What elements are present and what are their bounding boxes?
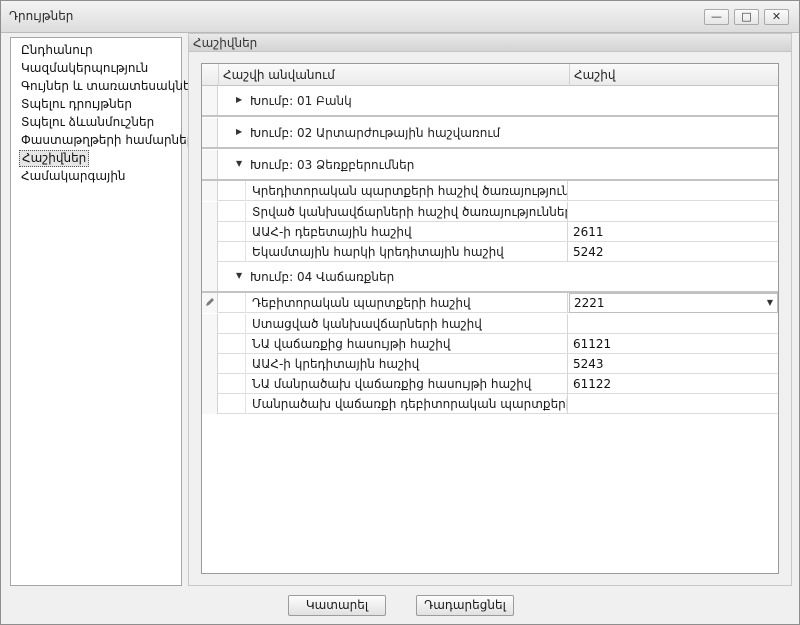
nav-item-colors-fonts[interactable]: Գույներ և տառատեսակներ	[19, 78, 200, 95]
table-row[interactable]: ՆԱ վաճառքից հասույթի հաշիվ 61121	[202, 334, 778, 354]
dropdown-arrow-icon[interactable]: ▼	[767, 294, 773, 312]
grid-corner	[202, 64, 218, 86]
account-name-cell[interactable]: ԱԱՀ-ի դեբետային հաշիվ	[250, 222, 568, 242]
section-title: Հաշիվներ	[189, 34, 791, 52]
cancel-button[interactable]: Դադարեցնել	[416, 595, 514, 616]
account-name-cell[interactable]: Ստացված կանխավճարների հաշիվ	[250, 314, 568, 334]
account-cell[interactable]: 61121	[569, 334, 778, 354]
settings-window: Դրույթներ — □ ✕ Ընդհանուր Կազմակերպությո…	[0, 0, 800, 625]
account-name-cell[interactable]: ԱԱՀ-ի կրեդիտային հաշիվ	[250, 354, 568, 374]
title-bar[interactable]: Դրույթներ — □ ✕	[1, 1, 799, 33]
maximize-button[interactable]: □	[734, 9, 759, 25]
row-header	[202, 334, 218, 354]
row-header	[202, 202, 218, 222]
account-cell[interactable]: 5243	[569, 354, 778, 374]
column-header-account[interactable]: Հաշիվ	[569, 64, 778, 86]
row-header	[202, 354, 218, 374]
row-header	[202, 86, 218, 115]
group-row[interactable]: ▶ Խումբ: 02 Արտարժութային հաշվառում	[202, 118, 778, 149]
row-header	[202, 314, 218, 334]
row-header	[202, 181, 218, 201]
account-dropdown[interactable]: 2221 ▼	[569, 293, 778, 313]
collapse-arrow-icon[interactable]: ▼	[236, 271, 242, 280]
row-header	[202, 293, 218, 313]
row-header	[202, 242, 218, 262]
pencil-icon	[206, 298, 214, 306]
account-name-cell[interactable]: Դեբիտորական պարտքերի հաշիվ	[250, 293, 568, 313]
table-row[interactable]: Տրված կանխավճարների հաշիվ ծառայություննե…	[202, 202, 778, 222]
table-row[interactable]: ԱԱՀ-ի կրեդիտային հաշիվ 5243	[202, 354, 778, 374]
minimize-button[interactable]: —	[704, 9, 729, 25]
grid-header: Հաշվի անվանում Հաշիվ	[202, 64, 778, 86]
row-header	[202, 222, 218, 242]
nav-item-system[interactable]: Համակարգային	[19, 168, 128, 185]
row-header	[202, 262, 218, 291]
table-row[interactable]: Ստացված կանխավճարների հաշիվ	[202, 314, 778, 334]
account-cell[interactable]	[569, 202, 778, 222]
account-name-cell[interactable]: Մանրածախ վաճառքի դեբիտորական պարտքերի հա…	[250, 394, 568, 414]
close-button[interactable]: ✕	[764, 9, 789, 25]
nav-item-general[interactable]: Ընդհանուր	[19, 42, 95, 59]
table-row[interactable]: ԱԱՀ-ի դեբետային հաշիվ 2611	[202, 222, 778, 242]
collapse-arrow-icon[interactable]: ▼	[236, 159, 242, 168]
row-header	[202, 394, 218, 414]
account-name-cell[interactable]: ՆԱ վաճառքից հասույթի հաշիվ	[250, 334, 568, 354]
row-header	[202, 118, 218, 147]
account-name-cell[interactable]: ՆԱ մանրածախ վաճառքից հասույթի հաշիվ	[250, 374, 568, 394]
account-cell[interactable]	[569, 314, 778, 334]
expand-arrow-icon[interactable]: ▶	[236, 95, 242, 104]
account-name-cell[interactable]: Կրեդիտորական պարտքերի հաշիվ ծառայություն…	[250, 181, 568, 201]
account-value: 2221	[574, 296, 605, 310]
group-row[interactable]: ▼ Խումբ: 03 Ձեռքբերումներ	[202, 150, 778, 181]
account-cell[interactable]: 2611	[569, 222, 778, 242]
table-row-active[interactable]: Դեբիտորական պարտքերի հաշիվ 2221 ▼	[202, 293, 778, 313]
nav-item-document-numbers[interactable]: Փաստաթղթերի համարներ	[19, 132, 196, 149]
accounts-grid: Հաշվի անվանում Հաշիվ ▶ Խումբ: 01 Բանկ ▶ …	[201, 63, 779, 574]
account-name-cell[interactable]: Եկամտային հարկի կրեդիտային հաշիվ	[250, 242, 568, 262]
column-header-account-name[interactable]: Հաշվի անվանում	[218, 64, 569, 86]
nav-item-print-templates[interactable]: Տպելու ձևանմուշներ	[19, 114, 156, 131]
window-title: Դրույթներ	[9, 9, 74, 23]
table-row[interactable]: ՆԱ մանրածախ վաճառքից հասույթի հաշիվ 6112…	[202, 374, 778, 394]
account-cell[interactable]	[569, 394, 778, 414]
group-row[interactable]: ▶ Խումբ: 01 Բանկ	[202, 86, 778, 117]
settings-nav-panel: Ընդհանուր Կազմակերպություն Գույներ և տառ…	[10, 37, 198, 586]
group-label: Խումբ: 04 Վաճառքներ	[250, 270, 395, 284]
ok-button[interactable]: Կատարել	[288, 595, 386, 616]
row-header	[202, 374, 218, 394]
nav-item-accounts[interactable]: Հաշիվներ	[19, 150, 90, 167]
table-row[interactable]: Կրեդիտորական պարտքերի հաշիվ ծառայություն…	[202, 181, 778, 201]
nav-item-organization[interactable]: Կազմակերպություն	[19, 60, 150, 77]
nav-item-print-settings[interactable]: Տպելու դրույթներ	[19, 96, 134, 113]
group-label: Խումբ: 02 Արտարժութային հաշվառում	[250, 126, 501, 140]
account-cell[interactable]: 5242	[569, 242, 778, 262]
group-label: Խումբ: 01 Բանկ	[250, 94, 352, 108]
table-row[interactable]: Եկամտային հարկի կրեդիտային հաշիվ 5242	[202, 242, 778, 262]
account-cell[interactable]: 61122	[569, 374, 778, 394]
account-name-cell[interactable]: Տրված կանխավճարների հաշիվ ծառայություննե…	[250, 202, 568, 222]
group-row[interactable]: ▼ Խումբ: 04 Վաճառքներ	[202, 262, 778, 293]
group-label: Խումբ: 03 Ձեռքբերումներ	[250, 158, 415, 172]
row-header	[202, 150, 218, 179]
expand-arrow-icon[interactable]: ▶	[236, 127, 242, 136]
table-row[interactable]: Մանրածախ վաճառքի դեբիտորական պարտքերի հա…	[202, 394, 778, 414]
account-cell[interactable]	[569, 181, 778, 201]
